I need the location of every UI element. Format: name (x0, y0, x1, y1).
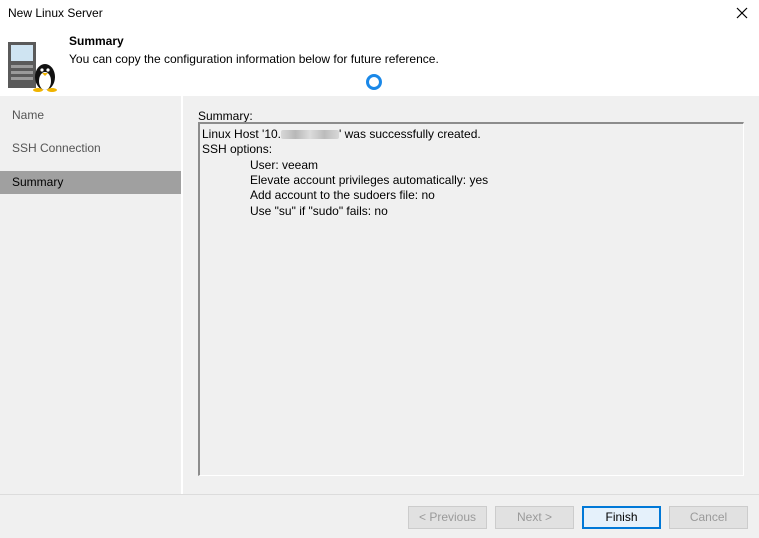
summary-label: Summary: (198, 109, 253, 123)
wizard-steps-sidebar: Name SSH Connection Summary (0, 96, 181, 494)
next-button[interactable]: Next > (495, 506, 574, 529)
summary-line-ssh-options: SSH options: (202, 142, 273, 156)
close-button[interactable] (731, 2, 753, 24)
title-bar: New Linux Server (0, 0, 759, 26)
previous-button[interactable]: < Previous (408, 506, 487, 529)
linux-server-icon (8, 42, 57, 92)
summary-line-user: User: veeam (250, 158, 319, 172)
summary-line-sudoers: Add account to the sudoers file: no (250, 188, 435, 202)
page-subtitle: You can copy the configuration informati… (69, 52, 439, 66)
host-prefix: Linux Host '10. (202, 127, 282, 141)
redacted-ip (281, 130, 340, 140)
summary-panel: Summary: Linux Host '10. ' was successful… (183, 96, 759, 494)
sidebar-item-summary[interactable]: Summary (0, 171, 181, 194)
summary-line-su: Use "su" if "sudo" fails: no (250, 204, 388, 218)
wizard-footer: < Previous Next > Finish Cancel (0, 495, 759, 538)
close-icon (736, 7, 748, 19)
wizard-header: Summary You can copy the configuration i… (0, 26, 759, 94)
window-title: New Linux Server (8, 6, 103, 20)
summary-textbox[interactable]: Linux Host '10. ' was successfully create… (198, 122, 744, 476)
busy-ring-icon (366, 74, 382, 90)
cancel-button[interactable]: Cancel (669, 506, 748, 529)
finish-button[interactable]: Finish (582, 506, 661, 529)
summary-line-host: Linux Host '10. ' was successfully create… (202, 127, 481, 141)
sidebar-item-name[interactable]: Name (0, 104, 181, 127)
summary-line-elevate: Elevate account privileges automatically… (250, 173, 489, 187)
page-title: Summary (69, 34, 124, 48)
host-suffix: ' was successfully created. (339, 127, 481, 141)
sidebar-item-ssh-connection[interactable]: SSH Connection (0, 137, 181, 160)
